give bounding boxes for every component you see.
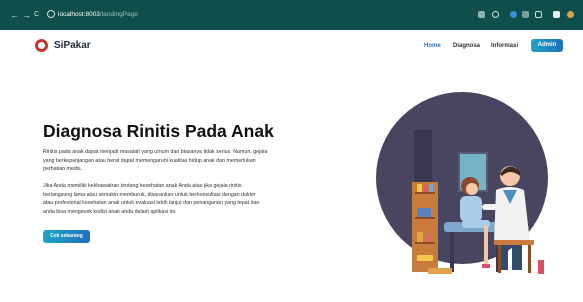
advice-line: Jika Anda memiliki kekhawatiran tentang … [43,183,242,189]
url-host: localhost:8003 [58,11,100,18]
logo-icon [35,39,48,52]
intro-line: yang berkepanjangan atau berat dapat mem… [43,157,256,164]
forward-icon[interactable]: → [22,8,31,22]
intro-line: perhatian medis. [43,166,83,173]
stool [494,240,534,245]
brand-name[interactable]: SiPakar [54,39,91,52]
admin-button[interactable]: Admin [531,39,563,52]
reload-icon[interactable]: C [34,8,39,22]
nav-home[interactable]: Home [424,42,441,50]
advice-paragraph: Jika Anda memiliki kekhawatiran tentang … [43,182,313,216]
extension-icon[interactable] [510,11,517,18]
doctor-child-illustration [376,92,548,274]
intro-line: Rinitis pada anak dapat menjadi masalah … [43,149,268,155]
address-bar[interactable]: localhost:8003/landingPage [58,9,138,21]
profile-avatar-icon[interactable] [567,11,574,18]
window-icon[interactable] [553,11,560,18]
advice-line: anda bisa mengecek kodisi anak anda dala… [43,208,177,215]
bookmark-star-icon[interactable] [492,11,499,18]
advice-line: berlangsung lama atau semakin memburuk, … [43,191,256,198]
child-body [460,196,482,222]
site-info-icon[interactable] [47,10,55,18]
nav-diagnosa[interactable]: Diagnosa [453,42,480,50]
nav-informasi[interactable]: Informasi [491,42,518,50]
extensions-puzzle-icon[interactable] [522,11,529,18]
browser-toolbar: ← → C localhost:8003/landingPage [0,0,583,30]
advice-line: atau profesional kesehatan anak untuk ev… [43,200,260,207]
side-panel-icon[interactable] [535,11,542,18]
url-path: /landingPage [99,11,138,18]
site-header: SiPakar Home Diagnosa Informasi Admin [0,30,583,62]
intro-paragraph: Rinitis pada anak dapat menjadi masalah … [43,148,313,174]
check-now-button[interactable]: Cek sekarang [43,230,90,243]
back-icon[interactable]: ← [10,8,19,22]
hero-title: Diagnosa Rinitis Pada Anak [43,121,274,141]
translate-icon[interactable] [478,11,485,18]
bottle-icon [417,184,422,192]
